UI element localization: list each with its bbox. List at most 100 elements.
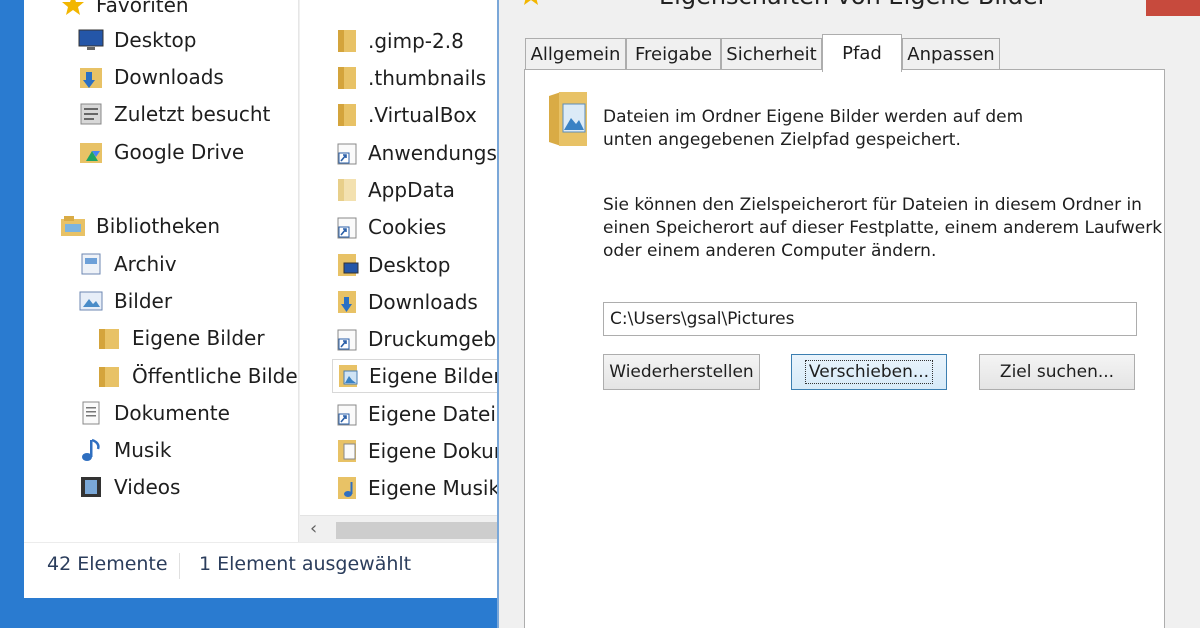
selection-count: 1 Element ausgewählt [199, 553, 412, 575]
properties-dialog: Eigenschaften von Eigene Bilder Allgemei… [497, 0, 1200, 628]
file-item[interactable]: .gimp-2.8 [332, 24, 497, 58]
file-item[interactable]: Eigene Dokumente [332, 434, 497, 468]
nav-favorites-label: Favoriten [96, 0, 189, 17]
file-item-selected[interactable]: Eigene Bilder [332, 359, 497, 393]
nav-libraries-label: Bibliotheken [96, 214, 220, 238]
file-item[interactable]: .VirtualBox [332, 98, 497, 132]
path-description: Dateien im Ordner Eigene Bilder werden a… [603, 106, 1123, 152]
nav-item-recent[interactable]: Zuletzt besucht [76, 97, 270, 131]
file-item[interactable]: Desktop [332, 248, 497, 282]
desc-line: unten angegebenen Zielpfad gespeichert. [603, 130, 961, 150]
pictures-folder-icon [545, 90, 589, 152]
nav-libraries[interactable]: Bibliotheken [58, 209, 220, 243]
tab-panel-pfad: Dateien im Ordner Eigene Bilder werden a… [524, 69, 1165, 628]
file-item-label: Eigene Musik [368, 476, 497, 500]
nav-item-downloads[interactable]: Downloads [76, 60, 224, 94]
nav-item-label: Google Drive [114, 140, 245, 164]
file-item[interactable]: Eigene Dateien [332, 397, 497, 431]
nav-item-oeffentliche-bilder[interactable]: Öffentliche Bilder [94, 359, 300, 393]
file-list[interactable]: .gimp-2.8 .thumbnails .VirtualBox Anwend… [300, 0, 497, 542]
nav-item-label: Eigene Bilder [132, 326, 265, 350]
tab-freigabe[interactable]: Freigabe [626, 38, 721, 70]
folder-icon [332, 27, 362, 55]
desc-line: Dateien im Ordner Eigene Bilder werden a… [603, 107, 1024, 127]
file-item-label: Anwendungsdaten [368, 141, 497, 165]
scrollbar-thumb[interactable] [336, 522, 497, 539]
desktop-icon [76, 27, 106, 53]
status-divider [179, 553, 180, 579]
documents-folder-icon [332, 437, 362, 465]
pictures-library-icon [76, 288, 106, 314]
restore-button-label: Wiederherstellen [609, 362, 754, 382]
nav-item-label: Desktop [114, 28, 197, 52]
tab-pfad[interactable]: Pfad [822, 34, 902, 72]
desktop-folder-icon [332, 251, 362, 279]
target-path-input[interactable] [603, 302, 1137, 336]
nav-item-dokumente[interactable]: Dokumente [76, 396, 230, 430]
file-item[interactable]: Eigene Musik [332, 471, 497, 505]
file-item[interactable]: Anwendungsdaten [332, 136, 497, 170]
downloads-folder-icon [76, 64, 106, 90]
file-item[interactable]: AppData [332, 173, 497, 207]
nav-item-archiv[interactable]: Archiv [76, 247, 177, 281]
file-item-label: Eigene Dokumente [368, 439, 497, 463]
file-item-label: .thumbnails [368, 66, 487, 90]
shortcut-icon [332, 139, 362, 167]
file-item-label: Eigene Bilder [369, 364, 497, 388]
file-item[interactable]: Downloads [332, 285, 497, 319]
nav-item-label: Dokumente [114, 401, 230, 425]
nav-item-label: Zuletzt besucht [114, 102, 271, 126]
path-change-description: Sie können den Zielspeicherort für Datei… [603, 194, 1163, 263]
nav-item-eigene-bilder[interactable]: Eigene Bilder [94, 321, 265, 355]
folder-icon [332, 64, 362, 92]
status-bar: 42 Elemente 1 Element ausgewählt [24, 542, 497, 598]
nav-item-label: Videos [114, 475, 181, 499]
file-item-label: .gimp-2.8 [368, 29, 464, 53]
file-item-label: Cookies [368, 215, 447, 239]
window-frame-bottom [0, 598, 497, 628]
nav-item-label: Downloads [114, 65, 224, 89]
close-button[interactable] [1146, 0, 1200, 16]
navigation-pane[interactable]: Favoriten Desktop Downloads Zuletzt besu… [24, 0, 300, 542]
tab-sicherheit[interactable]: Sicherheit [721, 38, 822, 70]
star-icon [58, 0, 88, 18]
star-icon [519, 0, 543, 10]
move-button-label: Verschieben... [804, 360, 934, 384]
folder-icon [94, 325, 124, 351]
tab-anpassen[interactable]: Anpassen [902, 38, 1000, 70]
restore-button[interactable]: Wiederherstellen [603, 354, 760, 390]
desc-line: oder einem anderen Computer ändern. [603, 241, 937, 261]
nav-item-label: Archiv [114, 252, 177, 276]
horizontal-scrollbar[interactable]: ‹ [300, 515, 497, 543]
desc-line: einen Speicherort auf dieser Festplatte,… [603, 218, 1163, 238]
nav-item-musik[interactable]: Musik [76, 433, 172, 467]
shortcut-icon [332, 325, 362, 353]
hidden-folder-icon [332, 176, 362, 204]
file-item[interactable]: Cookies [332, 210, 497, 244]
music-icon [76, 437, 106, 463]
videos-icon [76, 474, 106, 500]
item-count: 42 Elemente [47, 553, 168, 575]
file-item-label: Downloads [368, 290, 478, 314]
tab-allgemein[interactable]: Allgemein [525, 38, 626, 70]
nav-item-label: Öffentliche Bilder [132, 364, 300, 388]
nav-item-bilder[interactable]: Bilder [76, 284, 172, 318]
window-frame [0, 0, 24, 598]
google-drive-icon [76, 139, 106, 165]
file-item-label: AppData [368, 178, 455, 202]
nav-item-videos[interactable]: Videos [76, 470, 180, 504]
shortcut-icon [332, 400, 362, 428]
nav-item-desktop[interactable]: Desktop [76, 23, 196, 57]
find-target-button-label: Ziel suchen... [999, 362, 1115, 382]
file-item-label: Desktop [368, 253, 451, 277]
file-item[interactable]: Druckumgebung [332, 322, 497, 356]
desc-line: Sie können den Zielspeicherort für Datei… [603, 195, 1142, 215]
recent-places-icon [76, 101, 106, 127]
nav-favorites[interactable]: Favoriten [58, 0, 189, 22]
nav-item-google-drive[interactable]: Google Drive [76, 135, 244, 169]
file-item[interactable]: .thumbnails [332, 61, 497, 95]
dialog-title: Eigenschaften von Eigene Bilder [659, 0, 1048, 10]
chevron-left-icon[interactable]: ‹ [310, 518, 317, 539]
find-target-button[interactable]: Ziel suchen... [979, 354, 1135, 390]
move-button[interactable]: Verschieben... [791, 354, 947, 390]
